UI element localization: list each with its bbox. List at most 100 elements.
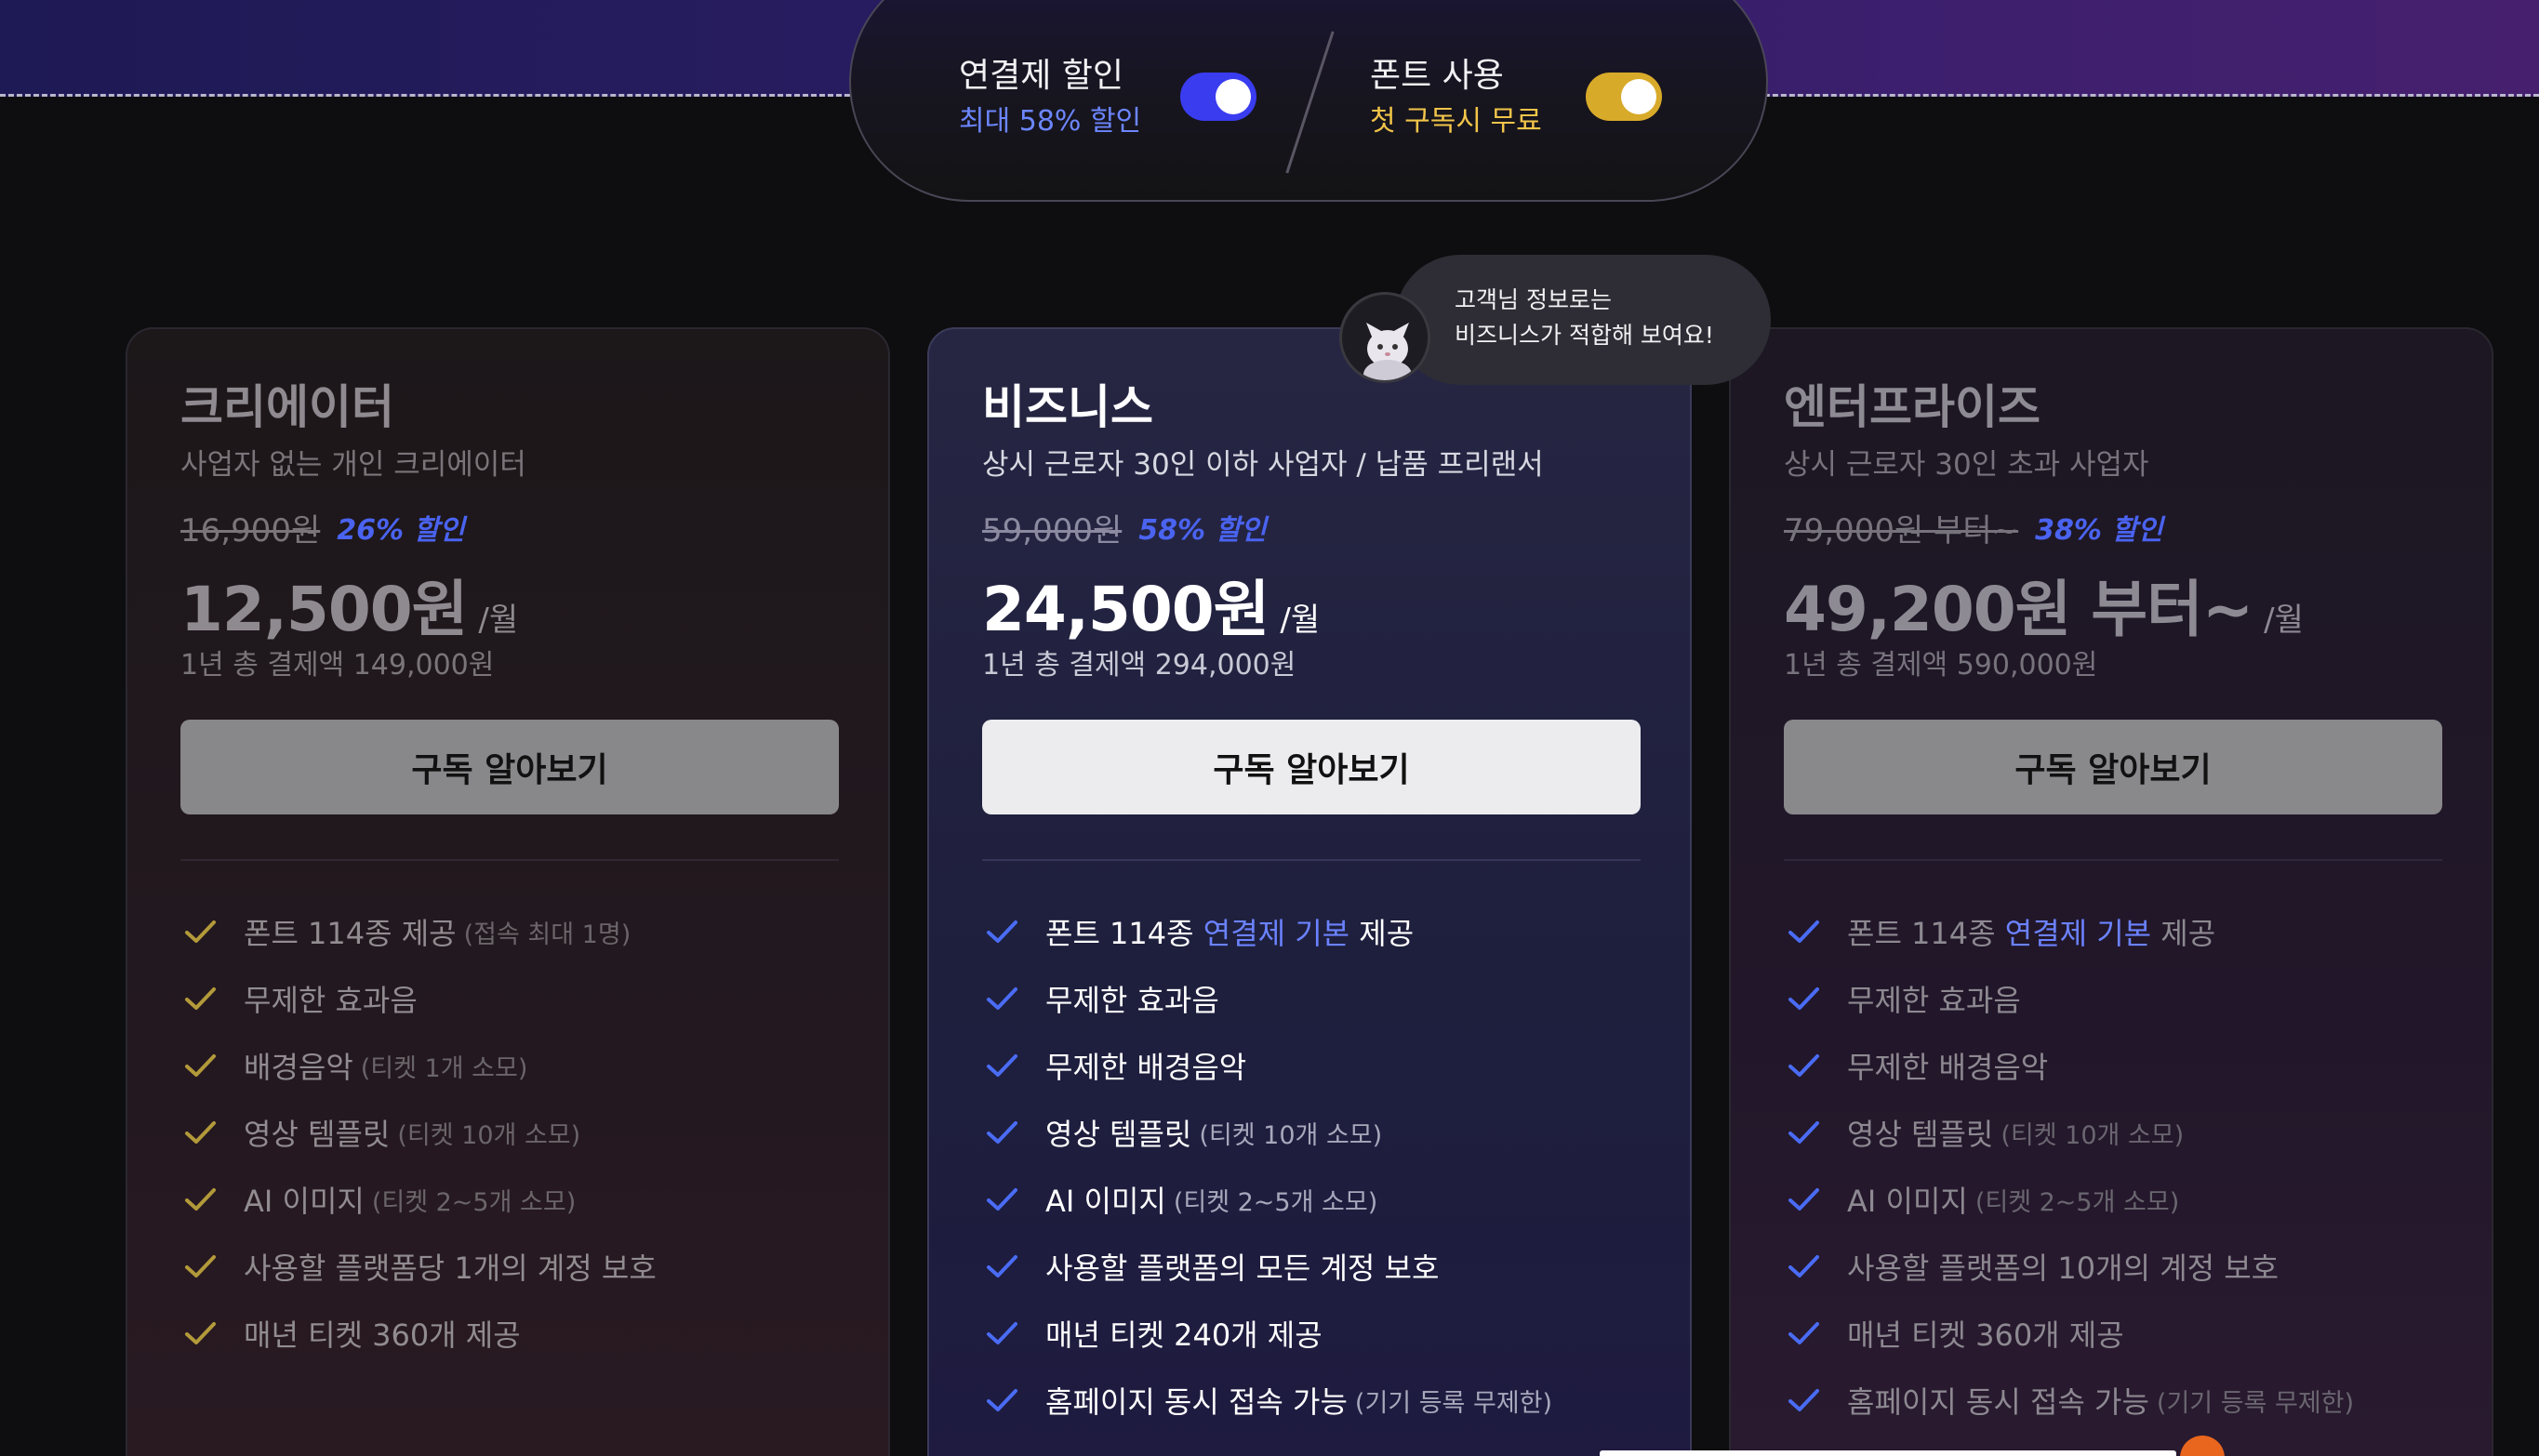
feature-note: (티켓 2~5개 소모) (1173, 1187, 1378, 1217)
original-price: 16,900원 (180, 511, 321, 549)
feature-note: (티켓 2~5개 소모) (371, 1187, 577, 1217)
feature-item: 매년 티켓 360개 제공 (1784, 1300, 2439, 1367)
feature-text: 매년 티켓 360개 제공 (1847, 1317, 2124, 1353)
feature-item: 무제한 배경음악 (982, 1032, 1637, 1099)
original-price: 59,000원 (982, 511, 1123, 549)
check-icon (1788, 1188, 1819, 1211)
discount-badge: 38% 할인 (2035, 514, 2163, 547)
original-price: 79,000원 부터~ (1784, 511, 2019, 549)
feature-text: 무제한 배경음악 (1847, 1050, 2049, 1085)
price-period: /월 (2264, 602, 2304, 639)
annual-total: 1년 총 결제액 294,000원 (982, 649, 1296, 682)
plan-card-enterprise: 엔터프라이즈 상시 근로자 30인 초과 사업자 79,000원 부터~ 38% 할인… (1729, 327, 2493, 1456)
feature-item: 홈페이지 동시 접속 가능 (기기 등록 무제한) (982, 1367, 1637, 1434)
cat-avatar-icon (1339, 292, 1430, 383)
check-icon (1788, 920, 1819, 943)
feature-item: 무제한 효과음 (180, 965, 835, 1032)
check-icon (185, 1054, 216, 1077)
feature-text-suffix: 제공 (2160, 916, 2216, 951)
feature-item: 영상 템플릿 (티켓 10개 소모) (180, 1099, 835, 1166)
feature-text-suffix: 제공 (1359, 916, 1415, 951)
font-usage-switch[interactable] (1586, 73, 1662, 121)
feature-note: (티켓 10개 소모) (397, 1120, 581, 1150)
switch-knob (1216, 79, 1251, 114)
plan-description: 사업자 없는 개인 크리에이터 (180, 448, 526, 482)
pill-divider (1285, 31, 1335, 174)
subscribe-button[interactable]: 구독 알아보기 (982, 720, 1641, 814)
feature-text: 사용할 플랫폼의 10개의 계정 보호 (1847, 1251, 2280, 1286)
feature-list: 폰트 114종 연결제 기본 제공 무제한 효과음 무제한 배경음악 영상 템플릿 (티… (982, 898, 1637, 1434)
bundle-discount-switch[interactable] (1180, 73, 1256, 121)
check-icon (185, 1322, 216, 1344)
check-icon (1788, 1389, 1819, 1411)
font-usage-sub: 첫 구독시 무료 (1370, 105, 1542, 138)
annual-total: 1년 총 결제액 149,000원 (180, 649, 495, 682)
feature-item: 영상 템플릿 (티켓 10개 소모) (982, 1099, 1637, 1166)
feature-note: (티켓 10개 소모) (1199, 1120, 1383, 1150)
subscribe-button[interactable]: 구독 알아보기 (180, 720, 839, 814)
plan-card-business: 비즈니스 상시 근로자 30인 이하 사업자 / 납품 프리랜서 59,000원 58… (927, 327, 1692, 1456)
feature-item: 사용할 플랫폼당 1개의 계정 보호 (180, 1233, 835, 1300)
feature-item: 폰트 114종 제공 (접속 최대 1명) (180, 898, 835, 965)
feature-note: (기기 등록 무제한) (1354, 1388, 1553, 1418)
price-row: 49,200원 부터~ /월 (1784, 560, 2439, 645)
check-icon (987, 1121, 1017, 1144)
feature-item: 무제한 효과음 (982, 965, 1637, 1032)
check-icon (1788, 1121, 1819, 1144)
divider (180, 859, 839, 861)
price-period: /월 (1280, 602, 1321, 639)
check-icon (1788, 1255, 1819, 1277)
check-icon (987, 920, 1017, 943)
feature-note: (티켓 2~5개 소모) (1974, 1187, 2180, 1217)
check-icon (1788, 1322, 1819, 1344)
discount-badge: 26% 할인 (337, 514, 465, 547)
feature-item: AI 이미지 (티켓 2~5개 소모) (180, 1166, 835, 1233)
check-icon (1788, 987, 1819, 1010)
feature-text: 영상 템플릿 (1847, 1117, 1994, 1152)
tooltip-line-1: 고객님 정보로는 (1455, 286, 1612, 313)
feature-item: 무제한 효과음 (1784, 965, 2439, 1032)
switch-knob (1621, 79, 1656, 114)
feature-text: 홈페이지 동시 접속 가능 (1045, 1384, 1348, 1420)
original-price-row: 79,000원 부터~ 38% 할인 (1784, 502, 2439, 552)
feature-text: 매년 티켓 240개 제공 (1045, 1317, 1323, 1353)
monthly-price: 24,500원 (982, 574, 1270, 645)
check-icon (185, 1255, 216, 1277)
feature-text: 무제한 배경음악 (1045, 1050, 1247, 1085)
font-usage-toggle-group: 폰트 사용 첫 구독시 무료 (1370, 53, 1542, 144)
feature-text: 무제한 효과음 (1045, 983, 1219, 1018)
plan-name: 비즈니스 (982, 380, 1153, 434)
monthly-price: 12,500원 (180, 574, 468, 645)
check-icon (987, 1389, 1017, 1411)
check-icon (987, 1188, 1017, 1211)
feature-text: AI 이미지 (244, 1184, 365, 1219)
font-usage-label: 폰트 사용 (1370, 57, 1504, 95)
feature-item: 영상 템플릿 (티켓 10개 소모) (1784, 1099, 2439, 1166)
feature-note: (기기 등록 무제한) (2156, 1388, 2355, 1418)
plan-description: 상시 근로자 30인 초과 사업자 (1784, 448, 2149, 482)
check-icon (987, 1255, 1017, 1277)
divider (982, 859, 1641, 861)
feature-item: 매년 티켓 360개 제공 (180, 1300, 835, 1367)
plan-card-creator: 크리에이터사업자 없는 개인 크리에이터 16,900원 26% 할인 12,500원… (126, 327, 890, 1456)
feature-text: 영상 템플릿 (1045, 1117, 1192, 1152)
feature-text: 무제한 효과음 (1847, 983, 2021, 1018)
pricing-options-pill: 연결제 할인 최대 58% 할인 폰트 사용 첫 구독시 무료 (849, 0, 1768, 202)
discount-badge: 58% 할인 (1138, 514, 1267, 547)
check-icon (185, 920, 216, 943)
feature-text: 폰트 114종 (1847, 916, 1996, 951)
feature-item: 무제한 배경음악 (1784, 1032, 2439, 1099)
feature-item: 사용할 플랫폼의 모든 계정 보호 (982, 1233, 1637, 1300)
check-icon (987, 987, 1017, 1010)
feature-text: 매년 티켓 360개 제공 (244, 1317, 521, 1353)
tooltip-line-2: 비즈니스가 적합해 보여요! (1455, 322, 1714, 349)
feature-text: 사용할 플랫폼의 모든 계정 보호 (1045, 1251, 1440, 1286)
plan-name: 크리에이터 (180, 380, 394, 434)
check-icon (987, 1054, 1017, 1077)
subscribe-button[interactable]: 구독 알아보기 (1784, 720, 2442, 814)
recommendation-tooltip: 고객님 정보로는 비즈니스가 적합해 보여요! (1395, 255, 1771, 385)
feature-item: AI 이미지 (티켓 2~5개 소모) (1784, 1166, 2439, 1233)
feature-list: 폰트 114종 제공 (접속 최대 1명) 무제한 효과음 배경음악 (티켓 1개 소모… (180, 898, 835, 1367)
feature-note: (티켓 10개 소모) (2001, 1120, 2185, 1150)
feature-highlight: 연결제 기본 (1203, 916, 1350, 951)
